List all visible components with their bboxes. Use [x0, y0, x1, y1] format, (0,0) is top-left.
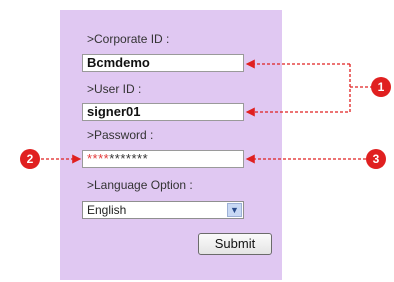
callout-badge-1: 1 [371, 77, 391, 97]
callout-badge-3: 3 [366, 149, 386, 169]
arrow-to-user-id [245, 64, 351, 117]
callout-badge-2: 2 [20, 149, 40, 169]
annotation-arrows [41, 59, 372, 164]
